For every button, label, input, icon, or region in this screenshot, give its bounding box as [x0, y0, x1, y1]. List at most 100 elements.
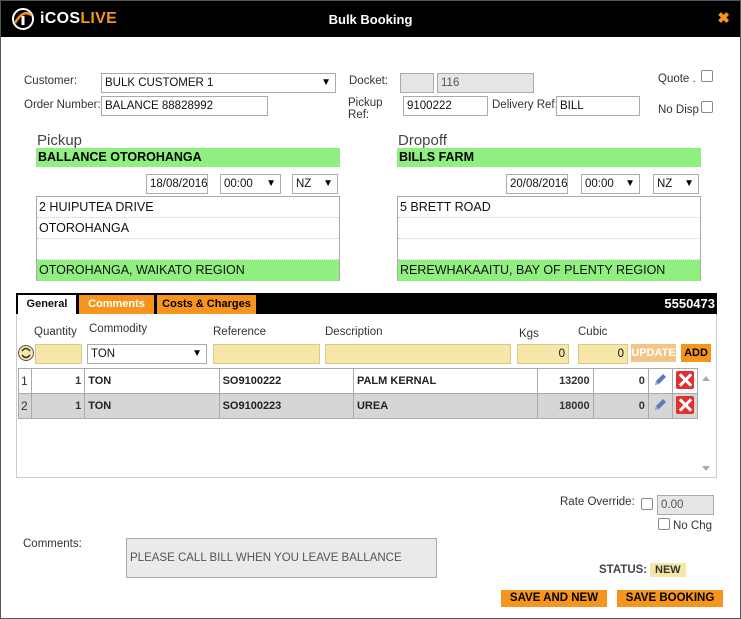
delete-icon[interactable] — [675, 395, 694, 414]
tab-general[interactable]: General — [18, 295, 76, 314]
comments-textarea[interactable]: PLEASE CALL BILL WHEN YOU LEAVE BALLANCE — [126, 538, 437, 578]
pickup-address-line-2[interactable]: OTOROHANGA — [37, 218, 339, 239]
pickup-tz-value: NZ — [296, 178, 312, 190]
pickup-address-line-3[interactable] — [37, 239, 339, 260]
chevron-down-icon: ▼ — [266, 178, 276, 189]
rate-override-checkbox[interactable] — [641, 498, 653, 510]
cubic-input[interactable]: 0 — [578, 344, 628, 364]
booking-number: 5550473 — [664, 296, 715, 311]
dropoff-tz-value: NZ — [657, 178, 673, 190]
tab-bar: General Comments Costs & Charges 5550473 — [16, 293, 717, 314]
pickup-ref-label-bottom: Ref: — [348, 109, 370, 121]
row-edit-cell — [647, 368, 673, 394]
order-number-label: Order Number: — [24, 99, 101, 111]
kgs-input[interactable]: 0 — [517, 344, 569, 364]
pickup-address-box[interactable]: 2 HUIPUTEA DRIVE OTOROHANGA OTOROHANGA, … — [36, 196, 340, 281]
dropoff-time-select[interactable]: 00:00 ▼ — [581, 174, 640, 194]
customer-select[interactable]: BULK CUSTOMER 1 ▼ — [101, 73, 336, 93]
save-and-new-button[interactable]: SAVE AND NEW — [501, 590, 607, 607]
add-button[interactable]: ADD — [681, 344, 711, 362]
reference-input[interactable] — [213, 344, 320, 364]
docket-prefix-input[interactable] — [400, 73, 434, 93]
quantity-input[interactable] — [35, 344, 82, 364]
description-input[interactable] — [325, 344, 511, 364]
pickup-ref-input[interactable]: 9100222 — [403, 96, 488, 116]
row-reference: SO9100222 — [218, 368, 354, 394]
grid-scrollbar[interactable] — [698, 369, 714, 476]
pickup-time-value: 00:00 — [224, 178, 253, 190]
row-delete-cell — [671, 368, 699, 394]
row-edit-cell — [647, 393, 673, 419]
row-reference: SO9100223 — [218, 393, 354, 419]
row-description: PALM KERNAL — [352, 368, 538, 394]
chevron-down-icon: ▼ — [323, 178, 333, 189]
edit-pencil-icon[interactable] — [652, 397, 668, 413]
docket-number-input[interactable]: 116 — [437, 73, 534, 93]
quote-checkbox[interactable] — [701, 70, 713, 82]
pickup-region[interactable]: OTOROHANGA, WAIKATO REGION — [37, 260, 339, 281]
col-quantity-label: Quantity — [34, 326, 77, 338]
dropoff-time-value: 00:00 — [585, 178, 614, 190]
scrollbar-arrows-icon — [702, 376, 710, 471]
row-description: UREA — [352, 393, 538, 419]
row-kgs: 18000 — [536, 393, 594, 419]
dropoff-address-line-3[interactable] — [398, 239, 700, 260]
pickup-date-input[interactable]: 18/08/2016 — [146, 174, 208, 194]
no-chg-checkbox[interactable] — [658, 518, 670, 530]
rate-override-input[interactable]: 0.00 — [657, 495, 714, 515]
commodity-select[interactable]: TON ▼ — [87, 344, 207, 364]
table-row[interactable]: 2 1 TON SO9100223 UREA 18000 0 — [17, 393, 699, 419]
dropoff-address-line-1[interactable]: 5 BRETT ROAD — [398, 197, 700, 218]
tab-costs-charges[interactable]: Costs & Charges — [157, 295, 256, 314]
row-index: 1 — [17, 368, 33, 394]
no-chg-label: No Chg — [673, 520, 712, 532]
pickup-heading: Pickup — [37, 132, 83, 149]
dropoff-region[interactable]: REREWHAKAAITU, BAY OF PLENTY REGION — [398, 260, 700, 281]
col-kgs-label: Kgs — [519, 328, 539, 340]
chevron-down-icon: ▼ — [321, 77, 331, 88]
no-disp-label: No Disp — [658, 104, 699, 116]
dropoff-name[interactable]: BILLS FARM — [397, 148, 701, 167]
pickup-ref-label-top: Pickup — [348, 97, 383, 109]
update-button[interactable]: UPDATE — [631, 344, 676, 362]
save-booking-button[interactable]: SAVE BOOKING — [617, 590, 723, 607]
status-label: STATUS: — [599, 564, 648, 576]
close-icon[interactable]: ✖ — [717, 9, 730, 27]
delivery-ref-input[interactable]: BILL — [556, 96, 640, 116]
tab-comments[interactable]: Comments — [79, 295, 154, 314]
dropoff-tz-select[interactable]: NZ ▼ — [653, 174, 699, 194]
row-cubic: 0 — [592, 393, 649, 419]
table-row[interactable]: 1 1 TON SO9100222 PALM KERNAL 13200 0 — [17, 368, 699, 394]
pickup-name[interactable]: BALLANCE OTOROHANGA — [36, 148, 340, 167]
delivery-ref-label: Delivery Ref: — [492, 99, 558, 111]
row-commodity: TON — [84, 368, 220, 394]
dropoff-address-box[interactable]: 5 BRETT ROAD REREWHAKAAITU, BAY OF PLENT… — [397, 196, 701, 281]
chevron-down-icon: ▼ — [684, 178, 694, 189]
row-index: 2 — [17, 393, 33, 419]
col-commodity-label: Commodity — [89, 323, 148, 335]
pickup-tz-select[interactable]: NZ ▼ — [292, 174, 338, 194]
chevron-down-icon: ▼ — [192, 348, 202, 359]
order-number-input[interactable]: BALANCE 88828992 — [101, 96, 268, 116]
row-cubic: 0 — [592, 368, 649, 394]
pickup-time-select[interactable]: 00:00 ▼ — [220, 174, 281, 194]
col-cubic-label: Cubic — [578, 326, 608, 338]
pickup-address-line-1[interactable]: 2 HUIPUTEA DRIVE — [37, 197, 339, 218]
col-reference-label: Reference — [213, 326, 267, 338]
dropoff-address-line-2[interactable] — [398, 218, 700, 239]
col-description-label: Description — [325, 326, 383, 338]
row-delete-cell — [671, 393, 699, 419]
title-bar: iCOSLIVE Bulk Booking ✖ — [1, 1, 740, 37]
customer-value: BULK CUSTOMER 1 — [105, 77, 214, 89]
refresh-icon[interactable] — [17, 344, 35, 362]
delete-icon[interactable] — [675, 370, 694, 389]
docket-label: Docket: — [349, 75, 388, 87]
row-quantity: 1 — [31, 368, 86, 394]
edit-pencil-icon[interactable] — [652, 372, 668, 388]
window-title: Bulk Booking — [328, 12, 413, 27]
dropoff-date-input[interactable]: 20/08/2016 — [506, 174, 568, 194]
bulk-booking-window: iCOSLIVE Bulk Booking ✖ Customer: BULK C… — [0, 0, 741, 619]
no-disp-checkbox[interactable] — [701, 101, 713, 113]
row-quantity: 1 — [31, 393, 86, 419]
row-kgs: 13200 — [536, 368, 594, 394]
